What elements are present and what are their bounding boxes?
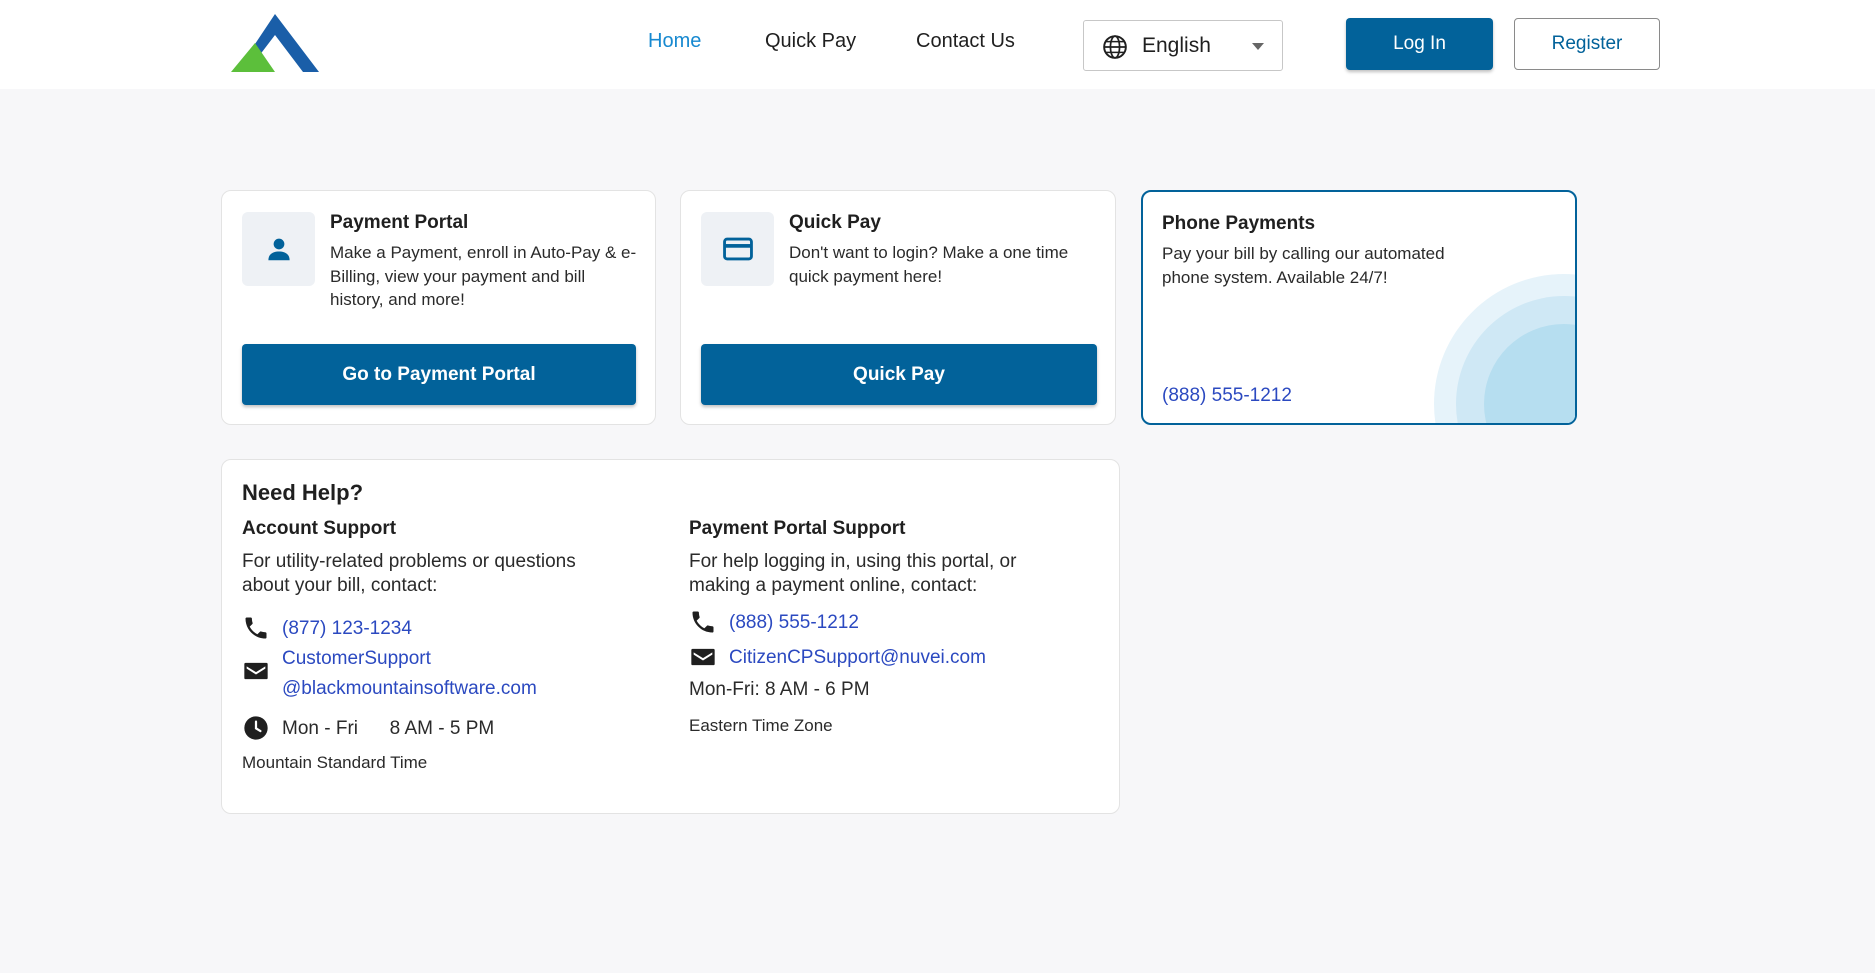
credit-card-icon bbox=[722, 237, 753, 261]
account-support-phone-row: (877) 123-1234 bbox=[242, 614, 412, 644]
phone-payments-title: Phone Payments bbox=[1162, 213, 1316, 234]
portal-support-phone-link[interactable]: (888) 555-1212 bbox=[729, 608, 859, 638]
nav-home[interactable]: Home bbox=[648, 30, 701, 53]
account-support-hours: Mon - Fri 8 AM - 5 PM bbox=[282, 718, 495, 739]
mail-icon bbox=[691, 648, 715, 666]
account-support-email-row: CustomerSupport @blackmountainsoftware.c… bbox=[242, 644, 537, 704]
need-help-title: Need Help? bbox=[242, 480, 364, 505]
account-support-timezone: Mountain Standard Time bbox=[242, 753, 428, 772]
account-support-email-line2: @blackmountainsoftware.com bbox=[282, 678, 537, 699]
portal-support-title: Payment Portal Support bbox=[689, 518, 906, 539]
go-to-payment-portal-button[interactable]: Go to Payment Portal bbox=[242, 344, 636, 405]
login-button[interactable]: Log In bbox=[1346, 18, 1493, 70]
payment-portal-card: Payment Portal Make a Payment, enroll in… bbox=[221, 190, 656, 425]
chevron-down-icon bbox=[1252, 43, 1264, 50]
portal-support-timezone: Eastern Time Zone bbox=[689, 716, 833, 735]
account-support-title: Account Support bbox=[242, 518, 397, 539]
register-button[interactable]: Register bbox=[1514, 18, 1660, 70]
payment-portal-icon-box bbox=[242, 212, 315, 286]
quick-pay-button[interactable]: Quick Pay bbox=[701, 344, 1097, 405]
language-selected: English bbox=[1142, 34, 1211, 57]
quick-pay-description: Don't want to login? Make a one time qui… bbox=[789, 243, 1069, 286]
phone-payments-number-link[interactable]: (888) 555-1212 bbox=[1162, 385, 1292, 407]
clock-icon bbox=[244, 716, 268, 740]
person-icon bbox=[267, 238, 290, 261]
quick-pay-title: Quick Pay bbox=[789, 212, 881, 233]
quick-pay-card: Quick Pay Don't want to login? Make a on… bbox=[680, 190, 1116, 425]
phone-icon bbox=[692, 611, 714, 633]
portal-support-hours: Mon-Fri: 8 AM - 6 PM bbox=[689, 679, 870, 700]
account-support-email-line1: CustomerSupport bbox=[282, 648, 431, 669]
nav-contact-us[interactable]: Contact Us bbox=[916, 30, 1015, 53]
payment-portal-description: Make a Payment, enroll in Auto-Pay & e-B… bbox=[330, 243, 637, 309]
account-support-description: For utility-related problems or question… bbox=[242, 551, 576, 596]
header: Home Quick Pay Contact Us English Log In… bbox=[0, 0, 1875, 89]
portal-support-email-link[interactable]: CitizenCPSupport@nuvei.com bbox=[729, 643, 986, 673]
portal-support-email-row: CitizenCPSupport@nuvei.com bbox=[689, 643, 986, 673]
payment-portal-title: Payment Portal bbox=[330, 212, 469, 233]
nav-quick-pay[interactable]: Quick Pay bbox=[765, 30, 856, 53]
phone-payments-description: Pay your bill by calling our automated p… bbox=[1162, 244, 1445, 287]
language-select[interactable]: English bbox=[1083, 20, 1283, 71]
need-help-card: Need Help? Account Support For utility-r… bbox=[221, 459, 1120, 814]
account-support-phone-link[interactable]: (877) 123-1234 bbox=[282, 614, 412, 644]
logo[interactable] bbox=[231, 14, 319, 72]
account-support-email-link[interactable]: CustomerSupport @blackmountainsoftware.c… bbox=[282, 644, 537, 704]
phone-icon bbox=[245, 617, 267, 639]
portal-support-phone-row: (888) 555-1212 bbox=[689, 608, 859, 638]
globe-icon bbox=[1103, 35, 1127, 59]
phone-payments-card: Phone Payments Pay your bill by calling … bbox=[1141, 190, 1577, 425]
quick-pay-icon-box bbox=[701, 212, 774, 286]
portal-support-description: For help logging in, using this portal, … bbox=[689, 551, 1017, 596]
account-support-hours-row: Mon - Fri 8 AM - 5 PM bbox=[242, 714, 494, 744]
mail-icon bbox=[244, 662, 268, 680]
